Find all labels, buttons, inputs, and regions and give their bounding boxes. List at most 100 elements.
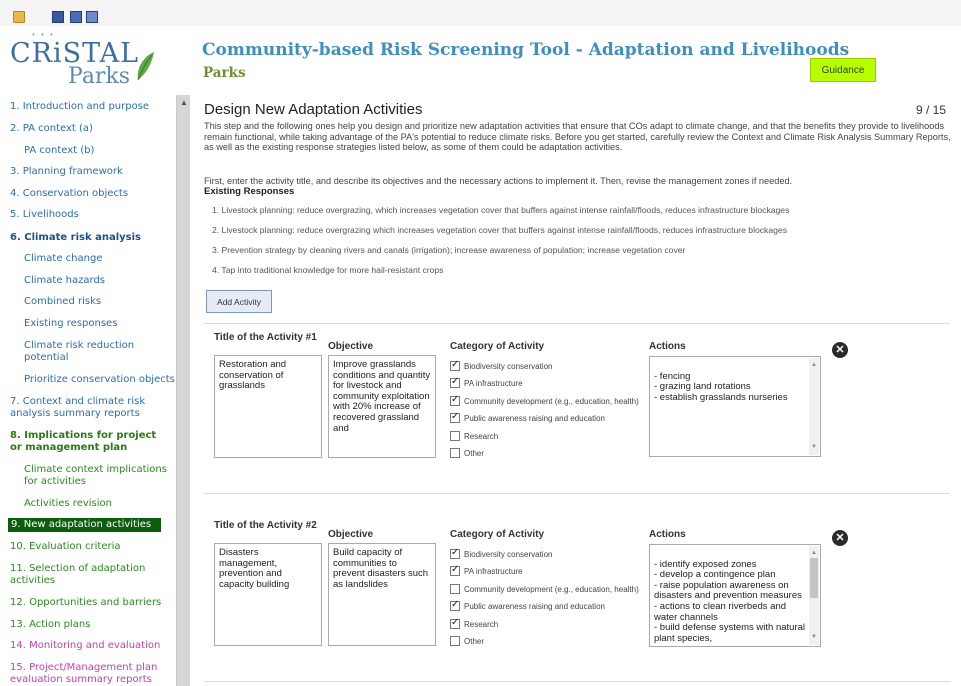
step-counter: 9 / 15: [916, 103, 947, 117]
objective-input[interactable]: Improve grasslands conditions and quanti…: [328, 355, 436, 458]
nav-project-summary-line2[interactable]: evaluation summary reports: [10, 674, 152, 686]
actions-header: Actions: [649, 529, 686, 540]
nav-pa-context-a[interactable]: 2. PA context (a): [10, 123, 93, 135]
nav-implications-line2[interactable]: or management plan: [10, 442, 127, 454]
delete-activity-icon[interactable]: ✕: [832, 342, 848, 358]
nav-climate-context-implications-line2[interactable]: for activities: [24, 476, 86, 488]
checkbox[interactable]: [450, 394, 460, 406]
main-content: Design New Adaptation Activities 9 / 15 …: [200, 95, 961, 686]
checkbox[interactable]: [450, 448, 460, 458]
nav-activities-revision[interactable]: Activities revision: [24, 498, 112, 510]
activity-title-input[interactable]: Disasters management, prevention and cap…: [214, 543, 322, 646]
category-checkbox-community[interactable]: Community development (e.g., education, …: [450, 584, 639, 594]
nav-climate-context-implications[interactable]: Climate context implications: [24, 464, 167, 476]
nav-climate-risk-analysis[interactable]: 6. Climate risk analysis: [10, 232, 141, 244]
checkbox[interactable]: [450, 636, 460, 646]
objective-input[interactable]: Build capacity of communities to prevent…: [328, 543, 436, 646]
activity-title-label: Title of the Activity #1: [214, 332, 317, 343]
nav-climate-risk-reduction-line2[interactable]: potential: [24, 352, 68, 364]
category-checkbox-biodiversity[interactable]: Biodiversity conservation: [450, 547, 552, 559]
category-checkbox-other[interactable]: Other: [450, 448, 484, 458]
divider: [204, 681, 950, 682]
nav-existing-responses[interactable]: Existing responses: [24, 318, 117, 330]
checkbox[interactable]: [450, 411, 460, 423]
scroll-up-icon[interactable]: ▲: [811, 360, 817, 371]
category-header: Category of Activity: [450, 341, 545, 352]
category-checkbox-other[interactable]: Other: [450, 636, 484, 646]
actions-scrollbar[interactable]: ▲ ▼: [809, 546, 819, 645]
nav-opportunities-and-barriers[interactable]: 12. Opportunities and barriers: [10, 597, 161, 609]
checkbox[interactable]: [450, 617, 460, 629]
page-title: Design New Adaptation Activities: [204, 101, 423, 118]
activity-title-label: Title of the Activity #2: [214, 520, 317, 531]
scroll-down-icon[interactable]: ▼: [811, 442, 817, 453]
nav-conservation-objects[interactable]: 4. Conservation objects: [10, 188, 128, 200]
nav-new-adaptation-activities[interactable]: 9. New adaptation activities: [8, 518, 161, 532]
nav-introduction[interactable]: 1. Introduction and purpose: [10, 101, 149, 113]
nav-selection-of-adaptation[interactable]: 11. Selection of adaptation: [10, 563, 145, 575]
nav-context-summary-line2[interactable]: analysis summary reports: [10, 408, 140, 420]
save-icon[interactable]: [52, 11, 64, 23]
checkbox[interactable]: [450, 376, 460, 388]
sidebar-scrollbar[interactable]: ▲: [176, 95, 190, 686]
nav-livelihoods[interactable]: 5. Livelihoods: [10, 209, 79, 221]
guidance-button[interactable]: Guidance: [810, 58, 876, 82]
logo-text-bottom: Parks: [68, 64, 131, 89]
existing-response-item: 3. Prevention strategy by cleaning river…: [212, 245, 686, 255]
open-folder-icon[interactable]: [13, 11, 25, 23]
checkbox[interactable]: [450, 547, 460, 559]
objective-header: Objective: [328, 341, 374, 352]
checkbox[interactable]: [450, 359, 460, 371]
nav-climate-hazards[interactable]: Climate hazards: [24, 275, 105, 287]
delete-activity-icon[interactable]: ✕: [832, 530, 848, 546]
nav-combined-risks[interactable]: Combined risks: [24, 296, 101, 308]
nav-prioritize-conservation-objects[interactable]: Prioritize conservation objects: [24, 374, 175, 386]
nav-planning-framework[interactable]: 3. Planning framework: [10, 166, 123, 178]
intro-text: This step and the following ones help yo…: [204, 121, 951, 152]
checkbox[interactable]: [450, 564, 460, 576]
scroll-up-icon[interactable]: ▲: [811, 548, 817, 559]
checkbox[interactable]: [450, 584, 460, 594]
category-checkbox-research[interactable]: Research: [450, 431, 498, 441]
category-header: Category of Activity: [450, 529, 545, 540]
nav-implications[interactable]: 8. Implications for project: [10, 430, 156, 442]
category-checkbox-pa-infrastructure[interactable]: PA infrastructure: [450, 564, 523, 576]
category-checkbox-awareness[interactable]: Public awareness raising and education: [450, 411, 605, 423]
actions-header: Actions: [649, 341, 686, 352]
scroll-up-icon[interactable]: ▲: [180, 98, 188, 107]
nav-context-summary[interactable]: 7. Context and climate risk: [10, 396, 145, 408]
category-checkbox-pa-infrastructure[interactable]: PA infrastructure: [450, 376, 523, 388]
export-icon[interactable]: [86, 11, 98, 23]
instructions-text: First, enter the activity title, and des…: [204, 176, 793, 186]
app-subtitle: Parks: [203, 65, 246, 81]
scroll-thumb[interactable]: [810, 558, 818, 598]
nav-climate-risk-reduction[interactable]: Climate risk reduction: [24, 340, 134, 352]
nav-evaluation-criteria[interactable]: 10. Evaluation criteria: [10, 541, 121, 553]
save-as-icon[interactable]: [70, 11, 82, 23]
category-checkbox-community[interactable]: Community development (e.g., education, …: [450, 394, 639, 406]
actions-scrollbar[interactable]: ▲ ▼: [809, 358, 819, 455]
nav-climate-change[interactable]: Climate change: [24, 253, 102, 265]
checkbox[interactable]: [450, 431, 460, 441]
nav-pa-context-b[interactable]: PA context (b): [24, 145, 94, 157]
existing-response-item: 2. Livestock planning: reduce overgrazin…: [212, 225, 787, 235]
checkbox[interactable]: [450, 599, 460, 611]
actions-input[interactable]: - identify exposed zones - develop a con…: [649, 544, 821, 647]
nav-project-summary[interactable]: 15. Project/Management plan: [10, 662, 157, 674]
category-checkbox-research[interactable]: Research: [450, 617, 498, 629]
nav-monitoring-and-evaluation[interactable]: 14. Monitoring and evaluation: [10, 640, 160, 652]
activity-title-input[interactable]: Restoration and conservation of grasslan…: [214, 355, 322, 458]
divider: [204, 493, 950, 494]
nav-action-plans[interactable]: 13. Action plans: [10, 619, 90, 631]
existing-responses-heading: Existing Responses: [204, 186, 295, 197]
category-checkbox-awareness[interactable]: Public awareness raising and education: [450, 599, 605, 611]
add-activity-button[interactable]: Add Activity: [206, 290, 272, 313]
leaf-icon: [137, 52, 154, 81]
scroll-down-icon[interactable]: ▼: [811, 632, 817, 643]
toolbar: [0, 0, 961, 26]
actions-input[interactable]: - fencing - grazing land rotations - est…: [649, 356, 821, 457]
cristal-parks-logo: • • • CRiSTAL Parks: [10, 28, 190, 90]
sidebar: 1. Introduction and purpose 2. PA contex…: [0, 95, 190, 686]
category-checkbox-biodiversity[interactable]: Biodiversity conservation: [450, 359, 552, 371]
nav-selection-of-adaptation-line2[interactable]: activities: [10, 575, 55, 587]
